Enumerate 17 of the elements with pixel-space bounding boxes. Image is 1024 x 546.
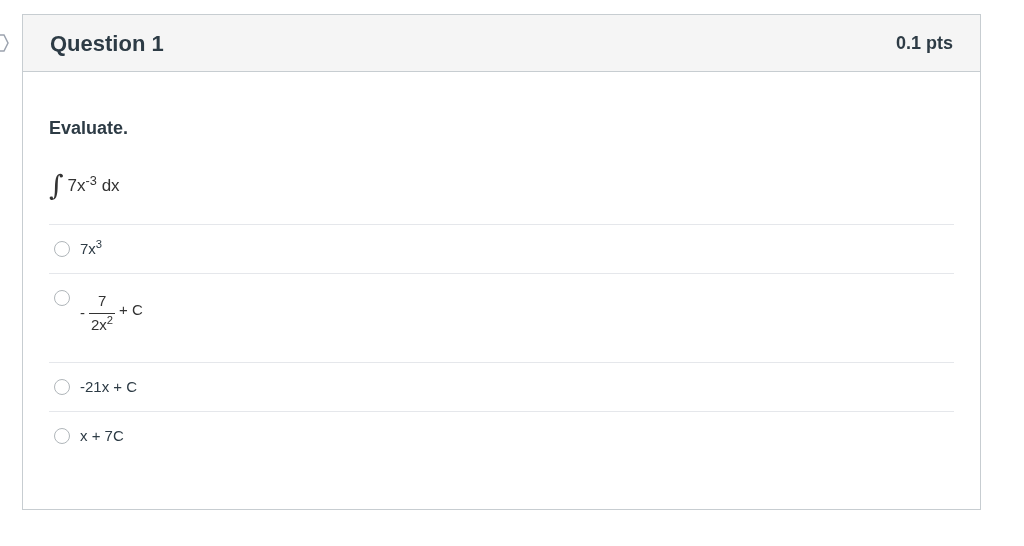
answer-text: -21x + C [80, 376, 138, 397]
constant-term: + C [119, 299, 143, 320]
answer-text: 7x$^{3}$ [80, 237, 103, 259]
integral-sign: ∫ [49, 168, 64, 204]
minus-sign: - [80, 302, 85, 323]
radio-button[interactable] [54, 379, 70, 395]
denominator: 2x$^{2}$ [90, 313, 115, 335]
question-prompt: Evaluate. [49, 117, 130, 140]
answer-text: x + 7C [80, 425, 124, 446]
integrand-expression: 7x$^{-3}$ dx [67, 173, 120, 198]
radio-button[interactable] [54, 290, 70, 306]
question-title: Question 1 [50, 29, 164, 58]
numerator: 7 [89, 290, 116, 314]
radio-button[interactable] [54, 428, 70, 444]
chevron-icon[interactable] [0, 34, 9, 52]
points-label: 0.1 pts [895, 31, 953, 55]
radio-button[interactable] [54, 241, 70, 257]
